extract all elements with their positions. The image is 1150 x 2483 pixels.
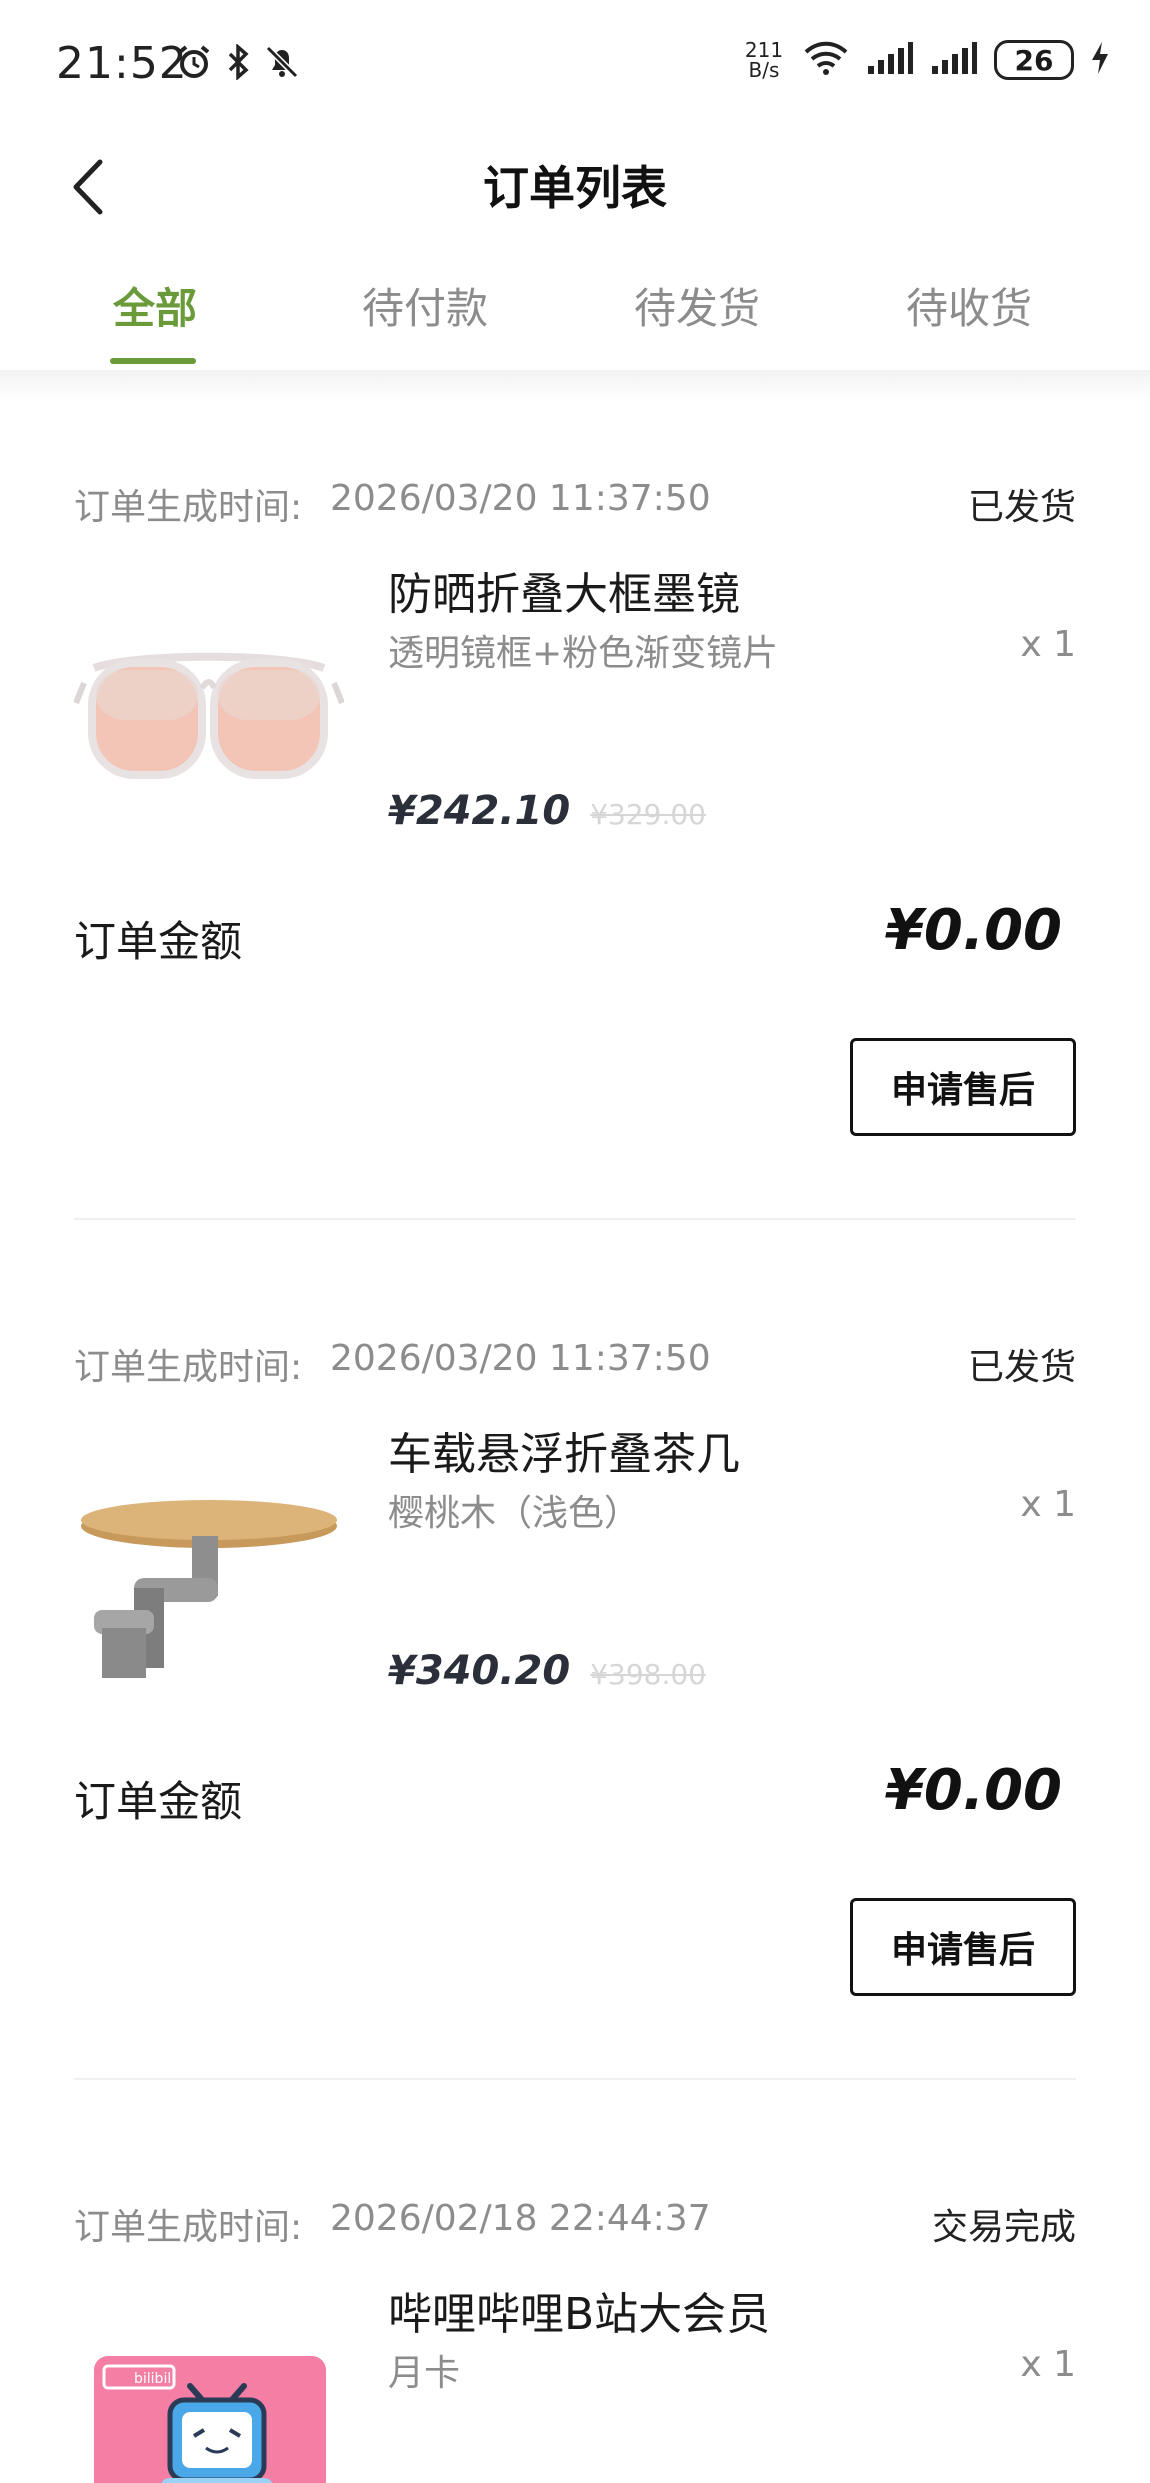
product-image: bilibili	[74, 2278, 344, 2483]
status-time: 21:52	[56, 38, 188, 89]
apply-after-sale-button[interactable]: 申请售后	[850, 1898, 1076, 1996]
order-amount-value: ¥0.00	[884, 1758, 1062, 1823]
active-tab-indicator	[110, 358, 196, 364]
order-time-label: 订单生成时间:	[74, 487, 303, 528]
order-time-label: 订单生成时间:	[74, 2207, 303, 2248]
product-image	[73, 558, 345, 828]
signal-icon	[930, 40, 978, 80]
price-row: ¥242.10 ¥329.00	[388, 788, 706, 834]
product-item[interactable]: 防晒折叠大框墨镜 透明镜框+粉色渐变镜片 x 1 ¥242.10 ¥329.00	[73, 548, 1076, 848]
order-tabs: 全部 待付款 待发货 待收货	[0, 250, 1150, 370]
status-bar: 21:52 211 B/s 26	[0, 0, 1150, 130]
order-card[interactable]: 订单生成时间: 2026/03/20 11:37:50 已发货 防晒折叠大框墨镜…	[73, 478, 1076, 1238]
product-quantity: x 1	[1020, 624, 1076, 665]
order-status: 交易完成	[931, 2207, 1076, 2248]
product-name: 防晒折叠大框墨镜	[388, 569, 740, 620]
tab-pending-payment[interactable]: 待付款	[360, 275, 490, 336]
product-image	[74, 1418, 344, 1688]
product-quantity: x 1	[1020, 1484, 1076, 1525]
order-amount-label: 订单金额	[74, 917, 243, 966]
order-time-label: 订单生成时间:	[74, 1347, 303, 1388]
order-time: 2026/02/18 22:44:37	[330, 2198, 711, 2239]
battery-indicator: 26	[994, 40, 1074, 80]
order-divider	[74, 1218, 1076, 1220]
page-header: 订单列表	[0, 130, 1150, 240]
order-time: 2026/03/20 11:37:50	[330, 1338, 711, 1379]
page-title: 订单列表	[483, 161, 667, 215]
product-item[interactable]: bilibili 哔哩哔哩B站大会员 月卡 x 1	[74, 2268, 1076, 2483]
tabs-shadow	[0, 370, 1150, 400]
original-price: ¥398.00	[590, 1658, 706, 1691]
order-meta: 订单生成时间: 2026/03/20 11:37:50 已发货	[74, 478, 1076, 538]
order-card[interactable]: 订单生成时间: 2026/02/18 22:44:37 交易完成 bilibil…	[74, 2198, 1076, 2483]
product-spec: 透明镜框+粉色渐变镜片	[388, 633, 779, 674]
product-price: ¥340.20	[388, 1648, 571, 1694]
charging-icon	[1090, 40, 1110, 80]
wifi-icon	[802, 40, 850, 80]
product-item[interactable]: 车载悬浮折叠茶几 樱桃木（浅色） x 1 ¥340.20 ¥398.00	[74, 1408, 1076, 1708]
tab-pending-receipt[interactable]: 待收货	[904, 275, 1034, 336]
order-amount-row: 订单金额 ¥0.00	[74, 898, 1076, 978]
original-price: ¥329.00	[590, 798, 706, 831]
net-speed-unit: B/s	[748, 58, 780, 82]
order-amount-value: ¥0.00	[884, 898, 1062, 963]
product-quantity: x 1	[1020, 2344, 1076, 2385]
order-amount-row: 订单金额 ¥0.00	[74, 1758, 1076, 1838]
order-time: 2026/03/20 11:37:50	[330, 478, 711, 519]
apply-after-sale-button[interactable]: 申请售后	[850, 1038, 1076, 1136]
status-right-icons: 211 B/s 26	[742, 40, 1110, 80]
bilibili-logo-text: bilibili	[134, 2371, 175, 2387]
order-amount-label: 订单金额	[74, 1777, 243, 1826]
product-spec: 月卡	[388, 2353, 461, 2394]
tab-pending-shipment[interactable]: 待发货	[632, 275, 762, 336]
product-spec: 樱桃木（浅色）	[388, 1493, 641, 1534]
tab-all[interactable]: 全部	[110, 275, 200, 336]
product-name: 车载悬浮折叠茶几	[388, 1429, 740, 1480]
bluetooth-icon	[224, 43, 252, 89]
order-status: 已发货	[967, 1347, 1076, 1388]
net-speed-value: 211	[744, 38, 784, 62]
net-speed: 211 B/s	[742, 40, 786, 80]
product-name: 哔哩哔哩B站大会员	[388, 2289, 771, 2340]
order-meta: 订单生成时间: 2026/03/20 11:37:50 已发货	[74, 1338, 1076, 1398]
order-status: 已发货	[967, 487, 1076, 528]
mute-icon	[264, 44, 300, 89]
order-card[interactable]: 订单生成时间: 2026/03/20 11:37:50 已发货 车载悬浮折叠茶几…	[74, 1338, 1076, 2098]
product-price: ¥242.10	[388, 788, 571, 834]
status-left-icons	[176, 43, 300, 89]
order-divider	[74, 2078, 1076, 2080]
alarm-icon	[176, 44, 212, 89]
order-meta: 订单生成时间: 2026/02/18 22:44:37 交易完成	[74, 2198, 1076, 2258]
price-row: ¥340.20 ¥398.00	[388, 1648, 706, 1694]
signal-icon	[866, 40, 914, 80]
